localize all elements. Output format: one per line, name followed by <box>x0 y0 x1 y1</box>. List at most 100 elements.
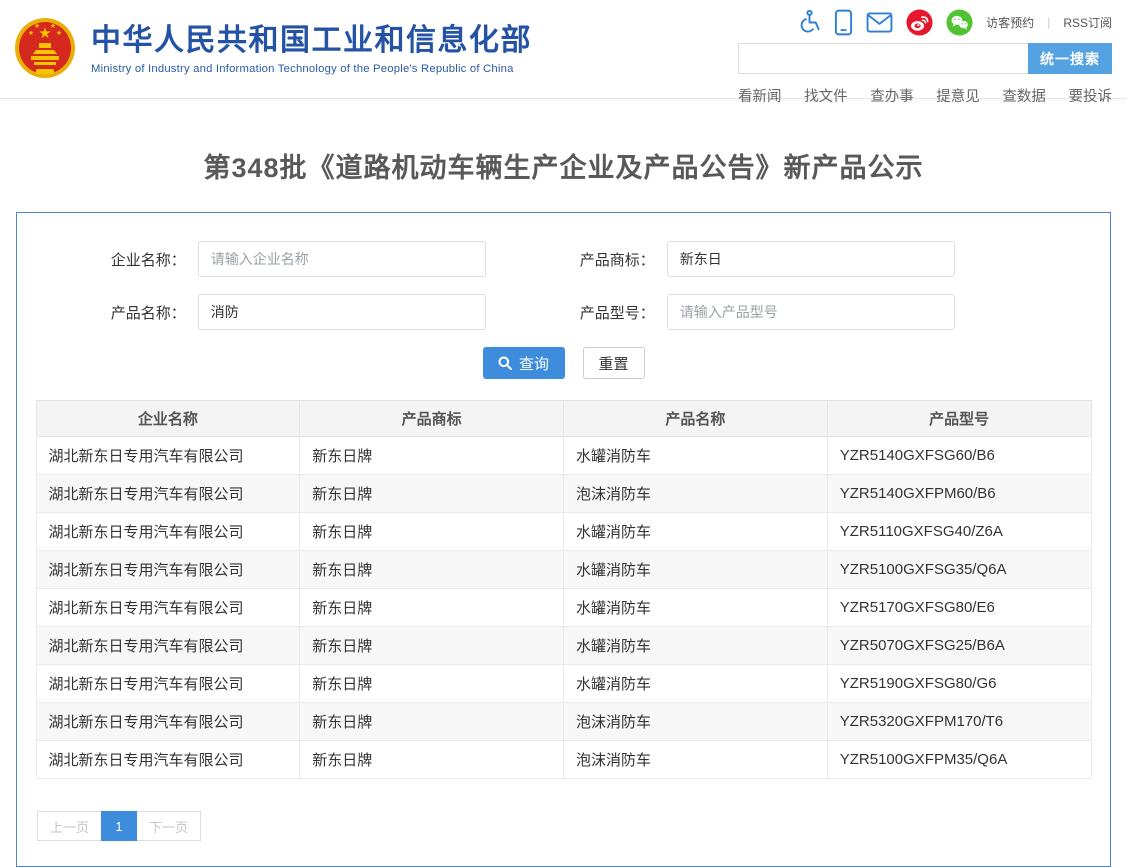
col-header-product: 产品名称 <box>564 401 828 437</box>
cell-product: 泡沫消防车 <box>564 703 828 741</box>
cell-company: 湖北新东日专用汽车有限公司 <box>36 741 300 779</box>
mobile-icon[interactable] <box>834 9 853 36</box>
query-button[interactable]: 查询 <box>483 347 565 379</box>
field-product-name: 产品名称： <box>17 294 486 330</box>
cell-brand: 新东日牌 <box>300 437 564 475</box>
svg-text:★: ★ <box>56 29 62 37</box>
cell-brand: 新东日牌 <box>300 627 564 665</box>
cell-model: YZR5070GXFSG25/B6A <box>827 627 1091 665</box>
cell-model: YZR5140GXFPM60/B6 <box>827 475 1091 513</box>
table-row: 湖北新东日专用汽车有限公司 新东日牌 泡沫消防车 YZR5320GXFPM170… <box>36 703 1091 741</box>
cell-product: 泡沫消防车 <box>564 741 828 779</box>
product-model-label: 产品型号： <box>486 302 655 323</box>
national-emblem-logo: ★ ★ ★ ★ ★ <box>14 14 76 86</box>
cell-model: YZR5170GXFSG80/E6 <box>827 589 1091 627</box>
cell-brand: 新东日牌 <box>300 741 564 779</box>
cell-product: 水罐消防车 <box>564 513 828 551</box>
cell-product: 泡沫消防车 <box>564 475 828 513</box>
table-row: 湖北新东日专用汽车有限公司 新东日牌 泡沫消防车 YZR5140GXFPM60/… <box>36 475 1091 513</box>
mail-icon[interactable] <box>866 12 893 33</box>
cell-brand: 新东日牌 <box>300 513 564 551</box>
cell-model: YZR5140GXFSG60/B6 <box>827 437 1091 475</box>
product-model-input[interactable] <box>667 294 955 330</box>
svg-text:★: ★ <box>28 29 34 37</box>
field-product-model: 产品型号： <box>486 294 955 330</box>
nav-link-documents[interactable]: 找文件 <box>804 85 848 106</box>
cell-brand: 新东日牌 <box>300 703 564 741</box>
weibo-icon[interactable] <box>906 9 933 36</box>
accessibility-icon[interactable] <box>798 9 821 35</box>
cell-brand: 新东日牌 <box>300 551 564 589</box>
col-header-brand: 产品商标 <box>300 401 564 437</box>
pagination: 上一页 1 下一页 <box>37 811 1110 841</box>
svg-text:★: ★ <box>50 22 56 30</box>
cell-brand: 新东日牌 <box>300 589 564 627</box>
cell-model: YZR5100GXFPM35/Q6A <box>827 741 1091 779</box>
field-company-name: 企业名称： <box>17 241 486 277</box>
nav-link-services[interactable]: 查办事 <box>870 85 914 106</box>
next-page-button[interactable]: 下一页 <box>136 811 201 841</box>
cell-product: 水罐消防车 <box>564 437 828 475</box>
table-row: 湖北新东日专用汽车有限公司 新东日牌 水罐消防车 YZR5100GXFSG35/… <box>36 551 1091 589</box>
page-title: 第348批《道路机动车辆生产企业及产品公告》新产品公示 <box>0 146 1127 185</box>
form-buttons: 查询 重置 <box>17 347 1110 379</box>
company-name-input[interactable] <box>198 241 486 277</box>
cell-model: YZR5190GXFSG80/G6 <box>827 665 1091 703</box>
query-button-label: 查询 <box>519 353 549 374</box>
quick-links-row: 访客预约 | RSS订阅 <box>738 7 1112 37</box>
cell-model: YZR5110GXFSG40/Z6A <box>827 513 1091 551</box>
search-icon <box>498 356 512 370</box>
table-header-row: 企业名称 产品商标 产品名称 产品型号 <box>36 401 1091 437</box>
results-table: 企业名称 产品商标 产品名称 产品型号 湖北新东日专用汽车有限公司 新东日牌 水… <box>36 400 1092 779</box>
content-panel: 企业名称： 产品商标： 产品名称： 产品型号： 查询 重置 企业名 <box>16 212 1111 867</box>
reset-button[interactable]: 重置 <box>583 347 645 379</box>
prev-page-button[interactable]: 上一页 <box>37 811 102 841</box>
cell-brand: 新东日牌 <box>300 665 564 703</box>
table-row: 湖北新东日专用汽车有限公司 新东日牌 水罐消防车 YZR5140GXFSG60/… <box>36 437 1091 475</box>
col-header-company: 企业名称 <box>36 401 300 437</box>
cell-company: 湖北新东日专用汽车有限公司 <box>36 665 300 703</box>
wechat-icon[interactable] <box>946 9 973 36</box>
table-row: 湖北新东日专用汽车有限公司 新东日牌 水罐消防车 YZR5070GXFSG25/… <box>36 627 1091 665</box>
quick-links-divider: | <box>1047 15 1050 29</box>
unified-search-input[interactable] <box>738 43 1028 74</box>
nav-link-suggestions[interactable]: 提意见 <box>936 85 980 106</box>
cell-product: 水罐消防车 <box>564 665 828 703</box>
visitor-appointment-link[interactable]: 访客预约 <box>986 14 1034 31</box>
nav-link-news[interactable]: 看新闻 <box>738 85 782 106</box>
product-name-input[interactable] <box>198 294 486 330</box>
table-row: 湖北新东日专用汽车有限公司 新东日牌 泡沫消防车 YZR5100GXFPM35/… <box>36 741 1091 779</box>
cell-company: 湖北新东日专用汽车有限公司 <box>36 589 300 627</box>
cell-model: YZR5320GXFPM170/T6 <box>827 703 1091 741</box>
nav-link-complaints[interactable]: 要投诉 <box>1068 85 1112 106</box>
site-branding: ★ ★ ★ ★ ★ 中华人民共和国工业和信息化部 Ministry of Ind… <box>14 0 532 99</box>
nav-link-data[interactable]: 查数据 <box>1002 85 1046 106</box>
field-product-brand: 产品商标： <box>486 241 955 277</box>
current-page-button[interactable]: 1 <box>101 811 137 841</box>
product-name-label: 产品名称： <box>17 302 186 323</box>
cell-company: 湖北新东日专用汽车有限公司 <box>36 437 300 475</box>
query-form: 企业名称： 产品商标： 产品名称： 产品型号： <box>17 241 1110 330</box>
site-subtitle: Ministry of Industry and Information Tec… <box>91 63 532 75</box>
header-nav: 看新闻 找文件 查办事 提意见 查数据 要投诉 <box>738 85 1112 106</box>
cell-company: 湖北新东日专用汽车有限公司 <box>36 551 300 589</box>
company-name-label: 企业名称： <box>17 249 186 270</box>
product-brand-label: 产品商标： <box>486 249 655 270</box>
cell-model: YZR5100GXFSG35/Q6A <box>827 551 1091 589</box>
cell-product: 水罐消防车 <box>564 627 828 665</box>
table-row: 湖北新东日专用汽车有限公司 新东日牌 水罐消防车 YZR5110GXFSG40/… <box>36 513 1091 551</box>
unified-search-button[interactable]: 统一搜索 <box>1028 43 1112 74</box>
cell-brand: 新东日牌 <box>300 475 564 513</box>
col-header-model: 产品型号 <box>827 401 1091 437</box>
cell-company: 湖北新东日专用汽车有限公司 <box>36 627 300 665</box>
site-title: 中华人民共和国工业和信息化部 <box>91 24 532 58</box>
cell-product: 水罐消防车 <box>564 551 828 589</box>
product-brand-input[interactable] <box>667 241 955 277</box>
site-header: ★ ★ ★ ★ ★ 中华人民共和国工业和信息化部 Ministry of Ind… <box>0 0 1127 99</box>
unified-search: 统一搜索 <box>738 43 1112 74</box>
svg-text:★: ★ <box>34 22 40 30</box>
cell-company: 湖北新东日专用汽车有限公司 <box>36 475 300 513</box>
header-utilities: 访客预约 | RSS订阅 统一搜索 看新闻 找文件 查办事 提意见 查数据 要投… <box>738 0 1112 106</box>
rss-subscribe-link[interactable]: RSS订阅 <box>1063 14 1112 31</box>
cell-product: 水罐消防车 <box>564 589 828 627</box>
